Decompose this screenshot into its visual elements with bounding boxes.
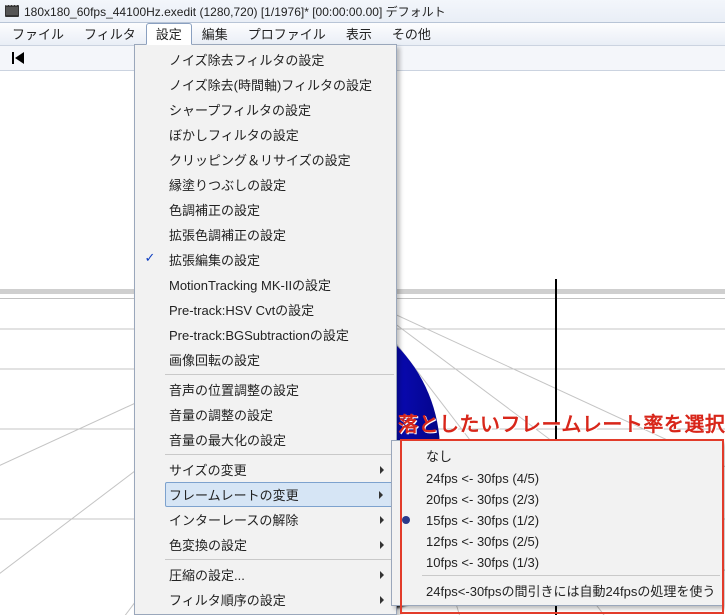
menu-プロファイル[interactable]: プロファイル: [238, 23, 336, 45]
menu-item[interactable]: インターレースの解除: [165, 507, 394, 532]
menu-item[interactable]: サイズの変更: [165, 457, 394, 482]
menu-その他[interactable]: その他: [382, 23, 441, 45]
menu-item[interactable]: Pre-track:BGSubtractionの設定: [165, 322, 394, 347]
settings-dropdown[interactable]: ノイズ除去フィルタの設定ノイズ除去(時間軸)フィルタの設定シャープフィルタの設定…: [134, 44, 397, 615]
menu-item[interactable]: 色変換の設定: [165, 532, 394, 557]
menu-表示[interactable]: 表示: [336, 23, 382, 45]
menu-item[interactable]: 色調補正の設定: [165, 197, 394, 222]
menu-item[interactable]: フィルタ順序の設定: [165, 587, 394, 612]
framerate-submenu[interactable]: なし24fps <- 30fps (4/5)20fps <- 30fps (2/…: [391, 440, 723, 606]
menu-設定[interactable]: 設定: [146, 23, 192, 45]
window-title: 180x180_60fps_44100Hz.exedit (1280,720) …: [24, 3, 446, 20]
menu-item[interactable]: シャープフィルタの設定: [165, 97, 394, 122]
radio-dot-icon: [402, 516, 410, 524]
menu-item[interactable]: Pre-track:HSV Cvtの設定: [165, 297, 394, 322]
menu-separator: [165, 559, 394, 560]
menu-item[interactable]: 圧縮の設定...: [165, 562, 394, 587]
menubar: ファイルフィルタ設定編集プロファイル表示その他: [0, 23, 725, 46]
rewind-icon: [10, 50, 26, 66]
app-window: 180x180_60fps_44100Hz.exedit (1280,720) …: [0, 0, 725, 615]
menu-item[interactable]: ぼかしフィルタの設定: [165, 122, 394, 147]
check-icon: ✓: [143, 250, 157, 264]
submenu-item[interactable]: なし: [422, 443, 720, 468]
menu-item[interactable]: 音量の調整の設定: [165, 402, 394, 427]
menu-item[interactable]: 縁塗りつぶしの設定: [165, 172, 394, 197]
menu-separator: [422, 575, 720, 576]
submenu-item[interactable]: 24fps <- 30fps (4/5): [422, 468, 720, 489]
rewind-button[interactable]: [6, 47, 30, 69]
titlebar: 180x180_60fps_44100Hz.exedit (1280,720) …: [0, 0, 725, 23]
menu-編集[interactable]: 編集: [192, 23, 238, 45]
menu-item[interactable]: クリッピング＆リサイズの設定: [165, 147, 394, 172]
submenu-item[interactable]: 12fps <- 30fps (2/5): [422, 531, 720, 552]
annotation-text: 落としたいフレームレート率を選択: [398, 408, 725, 437]
menu-ファイル[interactable]: ファイル: [2, 23, 74, 45]
menu-item[interactable]: 音量の最大化の設定: [165, 427, 394, 452]
submenu-item[interactable]: 15fps <- 30fps (1/2): [422, 510, 720, 531]
menu-item[interactable]: 音声の位置調整の設定: [165, 377, 394, 402]
menu-item[interactable]: ノイズ除去(時間軸)フィルタの設定: [165, 72, 394, 97]
app-icon: [4, 3, 20, 19]
menu-separator: [165, 374, 394, 375]
submenu-item[interactable]: 10fps <- 30fps (1/3): [422, 552, 720, 573]
menu-item[interactable]: フレームレートの変更: [165, 482, 394, 507]
menu-item[interactable]: ノイズ除去フィルタの設定: [165, 47, 394, 72]
menu-item[interactable]: 拡張色調補正の設定: [165, 222, 394, 247]
menu-フィルタ[interactable]: フィルタ: [74, 23, 146, 45]
submenu-item[interactable]: 20fps <- 30fps (2/3): [422, 489, 720, 510]
menu-item[interactable]: 拡張編集の設定✓: [165, 247, 394, 272]
menu-item[interactable]: 画像回転の設定: [165, 347, 394, 372]
submenu-item[interactable]: 24fps<-30fpsの間引きには自動24fpsの処理を使う: [422, 578, 720, 603]
menu-separator: [165, 454, 394, 455]
menu-item[interactable]: MotionTracking MK-IIの設定: [165, 272, 394, 297]
